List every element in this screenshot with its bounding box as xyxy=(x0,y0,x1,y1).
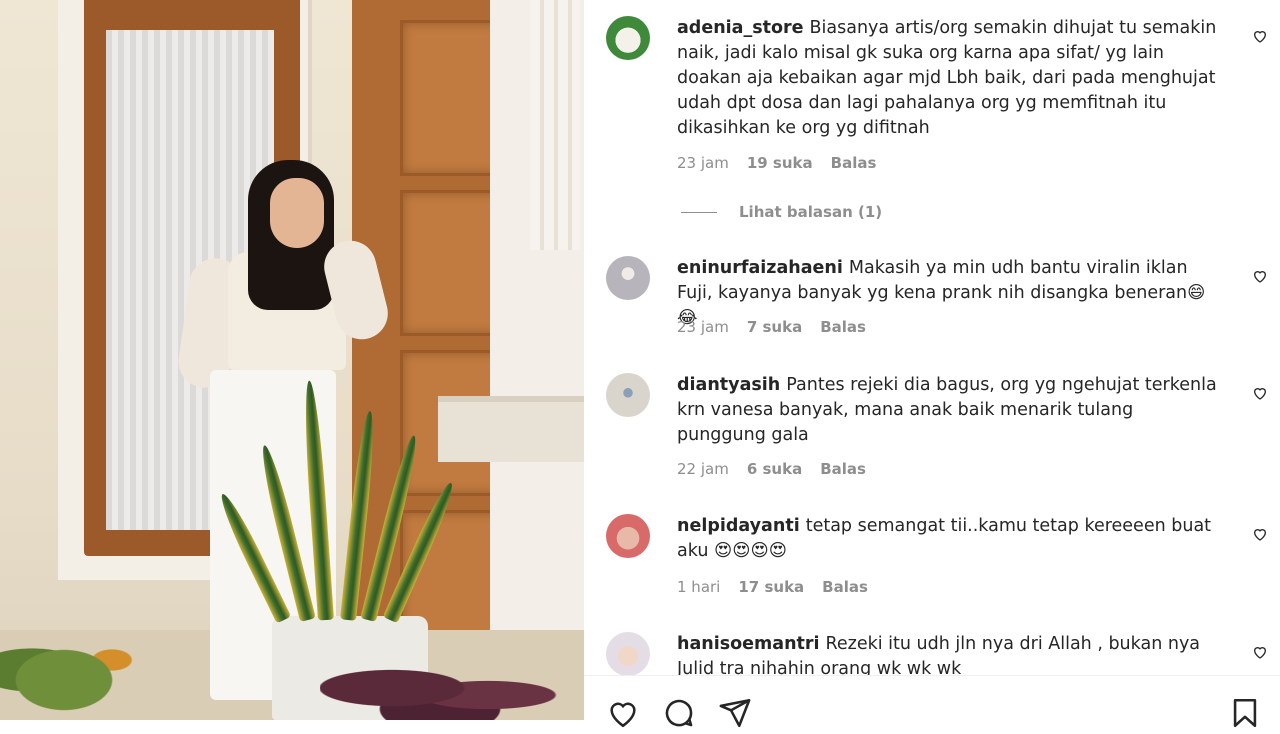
comment-likes[interactable]: 19 suka xyxy=(747,154,813,172)
reply-button[interactable]: Balas xyxy=(831,154,877,172)
like-comment-heart-icon[interactable] xyxy=(1252,28,1268,44)
comment-username[interactable]: diantyasih xyxy=(677,375,780,395)
avatar[interactable] xyxy=(606,514,650,558)
avatar[interactable] xyxy=(606,16,650,60)
view-replies-button[interactable]: Lihat balasan (1) xyxy=(681,203,882,221)
like-comment-heart-icon[interactable] xyxy=(1252,644,1268,660)
comment-bubble-icon[interactable] xyxy=(662,696,696,730)
reply-button[interactable]: Balas xyxy=(820,460,866,478)
comment-time[interactable]: 1 hari xyxy=(677,578,720,596)
avatar[interactable] xyxy=(606,256,650,300)
view-replies-label: Lihat balasan (1) xyxy=(739,203,883,221)
comment-likes[interactable]: 6 suka xyxy=(747,460,802,478)
comment-username[interactable]: nelpidayanti xyxy=(677,516,800,536)
photo-column xyxy=(438,0,584,720)
comment-text: diantyasih Pantes rejeki dia bagus, org y… xyxy=(677,373,1222,448)
like-comment-heart-icon[interactable] xyxy=(1252,526,1268,542)
post-action-bar xyxy=(584,675,1280,728)
like-comment-heart-icon[interactable] xyxy=(1252,385,1268,401)
avatar[interactable] xyxy=(606,373,650,417)
heart-outline-icon[interactable] xyxy=(606,696,640,730)
comment-likes[interactable]: 7 suka xyxy=(747,318,802,336)
avatar[interactable] xyxy=(606,632,650,675)
paper-plane-icon[interactable] xyxy=(718,696,752,730)
comment-time[interactable]: 23 jam xyxy=(677,154,729,172)
comment-time[interactable]: 23 jam xyxy=(677,318,729,336)
photo-person-face xyxy=(270,178,324,248)
comments-panel[interactable]: adenia_store Biasanya artis/org semakin d… xyxy=(584,0,1280,675)
replies-divider xyxy=(681,211,717,213)
photo-fern xyxy=(0,620,160,720)
comment-time[interactable]: 22 jam xyxy=(677,460,729,478)
photo-foreground-plant xyxy=(320,660,560,720)
comment-text: nelpidayanti tetap semangat tii..kamu tet… xyxy=(677,514,1222,564)
reply-button[interactable]: Balas xyxy=(822,578,868,596)
comment-likes[interactable]: 17 suka xyxy=(738,578,804,596)
comment-username[interactable]: hanisoemantri xyxy=(677,634,820,654)
comment-text: hanisoemantri Rezeki itu udh jln nya dri … xyxy=(677,632,1222,675)
comment-meta: 1 hari 17 suka Balas xyxy=(677,578,868,596)
comment-meta: 23 jam 19 suka Balas xyxy=(677,154,876,172)
comment-username[interactable]: adenia_store xyxy=(677,18,804,38)
comment-username[interactable]: eninurfaizahaeni xyxy=(677,258,843,278)
bookmark-icon[interactable] xyxy=(1228,696,1262,730)
reply-button[interactable]: Balas xyxy=(820,318,866,336)
comment-meta: 22 jam 6 suka Balas xyxy=(677,460,866,478)
post-photo xyxy=(0,0,584,720)
like-comment-heart-icon[interactable] xyxy=(1252,268,1268,284)
comment-meta: 23 jam 7 suka Balas xyxy=(677,318,866,336)
comment-text: adenia_store Biasanya artis/org semakin d… xyxy=(677,16,1222,141)
